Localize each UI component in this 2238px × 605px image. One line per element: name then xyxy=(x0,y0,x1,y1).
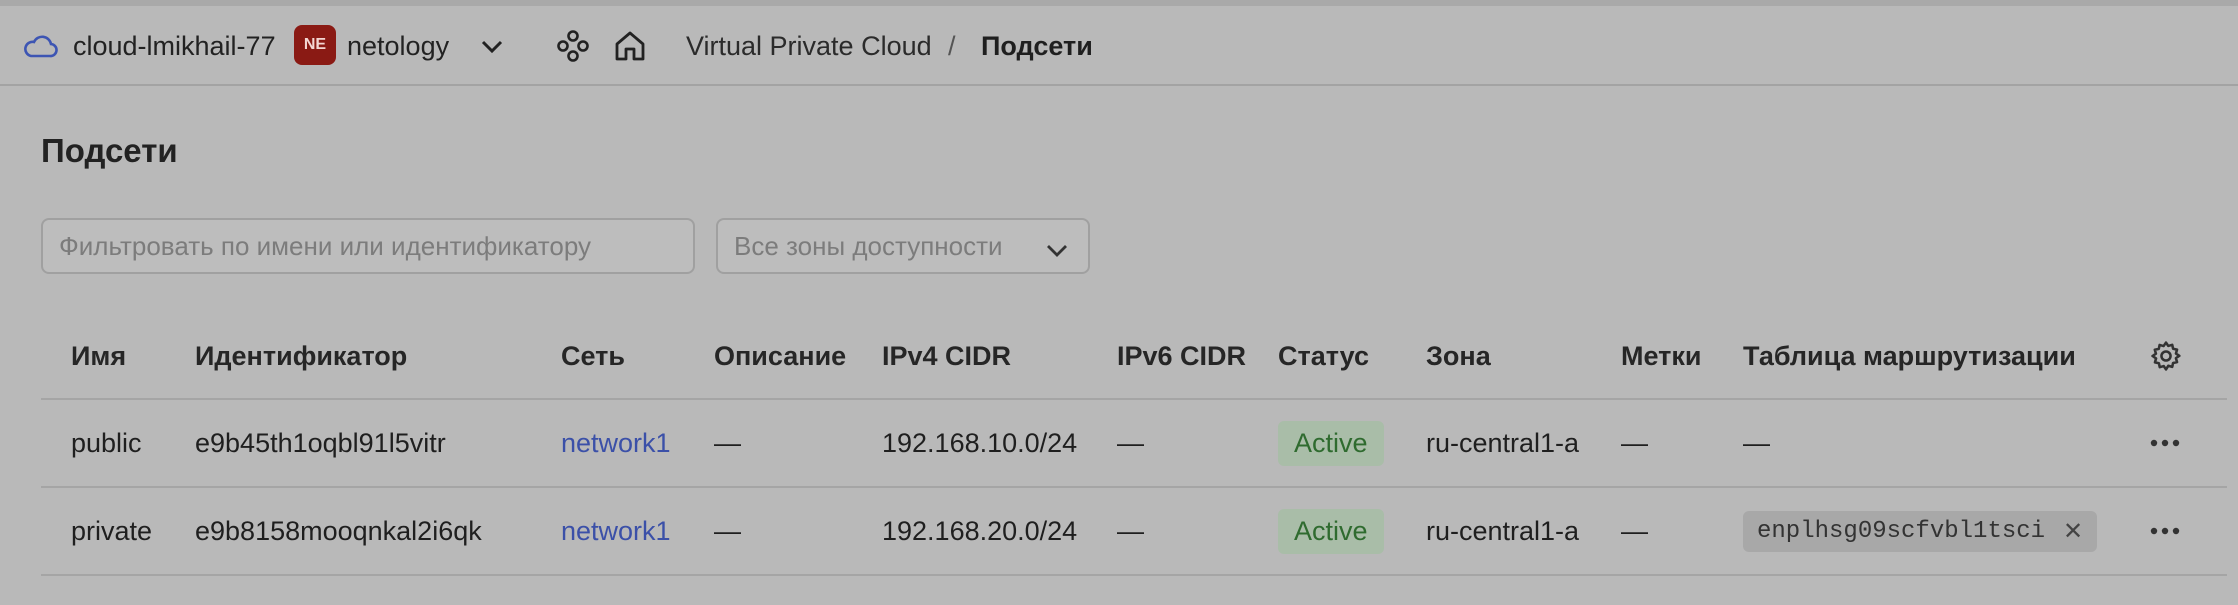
breadcrumb-separator: / xyxy=(948,30,956,61)
home-icon[interactable] xyxy=(613,6,647,86)
status-cell: Active xyxy=(1278,488,1384,574)
subnet-name: public xyxy=(71,427,142,458)
subnet-zone: ru-central1-a xyxy=(1426,515,1580,546)
org-badge[interactable]: NE xyxy=(294,25,336,65)
close-icon[interactable]: ✕ xyxy=(2063,517,2083,546)
column-header-route-table[interactable]: Таблица маршрутизации xyxy=(1743,314,2076,398)
table-row[interactable]: public e9b45th1oqbl91l5vitr network1 — 1… xyxy=(41,400,2227,488)
subnet-id: e9b45th1oqbl91l5vitr xyxy=(195,427,446,458)
column-header-description[interactable]: Описание xyxy=(714,314,846,398)
table-row[interactable]: private e9b8158mooqnkal2i6qk network1 — … xyxy=(41,488,2227,576)
cloud-name[interactable]: cloud-lmikhail-77 xyxy=(73,6,276,86)
column-header-ipv6[interactable]: IPv6 CIDR xyxy=(1117,314,1246,398)
column-header-name[interactable]: Имя xyxy=(71,314,126,398)
subnet-ipv4: 192.168.20.0/24 xyxy=(882,515,1078,546)
subnet-id: e9b8158mooqnkal2i6qk xyxy=(195,515,482,546)
filter-input[interactable] xyxy=(41,218,695,274)
route-table-chip[interactable]: enplhsg09scfvbl1tsci ✕ xyxy=(1743,510,2098,552)
breadcrumb-vpc[interactable]: Virtual Private Cloud xyxy=(686,6,932,86)
top-header: cloud-lmikhail-77 NE netology Virtual Pr… xyxy=(0,6,2238,86)
network-link[interactable]: network1 xyxy=(561,400,671,486)
column-header-zone[interactable]: Зона xyxy=(1426,314,1491,398)
org-name[interactable]: netology xyxy=(347,6,449,86)
subnet-description: — xyxy=(714,515,741,546)
subnet-labels: — xyxy=(1621,427,1648,458)
column-header-id[interactable]: Идентификатор xyxy=(195,314,407,398)
status-cell: Active xyxy=(1278,400,1384,486)
subnets-table: Имя Идентификатор Сеть Описание IPv4 CID… xyxy=(41,314,2227,576)
services-icon[interactable] xyxy=(556,6,590,86)
status-badge: Active xyxy=(1278,508,1384,554)
gear-icon[interactable] xyxy=(2149,314,2183,398)
network-link[interactable]: network1 xyxy=(561,488,671,574)
route-table-id: enplhsg09scfvbl1tsci xyxy=(1757,517,2046,545)
breadcrumb-current: Подсети xyxy=(981,30,1093,61)
subnet-ipv6: — xyxy=(1117,427,1144,458)
column-header-labels[interactable]: Метки xyxy=(1621,314,1702,398)
route-table-cell: enplhsg09scfvbl1tsci ✕ xyxy=(1743,488,2098,574)
subnet-ipv6: — xyxy=(1117,515,1144,546)
subnet-labels: — xyxy=(1621,515,1648,546)
chevron-down-icon xyxy=(1044,236,1070,267)
subnet-description: — xyxy=(714,427,741,458)
table-header: Имя Идентификатор Сеть Описание IPv4 CID… xyxy=(41,314,2227,400)
chevron-down-icon[interactable] xyxy=(478,6,506,86)
more-icon[interactable] xyxy=(2149,400,2181,486)
subnet-ipv4: 192.168.10.0/24 xyxy=(882,427,1078,458)
zone-select[interactable]: Все зоны доступности xyxy=(716,218,1090,274)
subnet-route-table: — xyxy=(1743,427,1770,458)
subnet-zone: ru-central1-a xyxy=(1426,427,1580,458)
column-header-status[interactable]: Статус xyxy=(1278,314,1369,398)
column-header-network[interactable]: Сеть xyxy=(561,314,625,398)
status-badge: Active xyxy=(1278,420,1384,466)
subnet-name: private xyxy=(71,515,153,546)
page-title: Подсети xyxy=(41,132,178,169)
zone-select-value: Все зоны доступности xyxy=(734,230,1003,261)
more-icon[interactable] xyxy=(2149,488,2181,574)
cloud-icon[interactable] xyxy=(22,6,58,86)
column-header-ipv4[interactable]: IPv4 CIDR xyxy=(882,314,1011,398)
